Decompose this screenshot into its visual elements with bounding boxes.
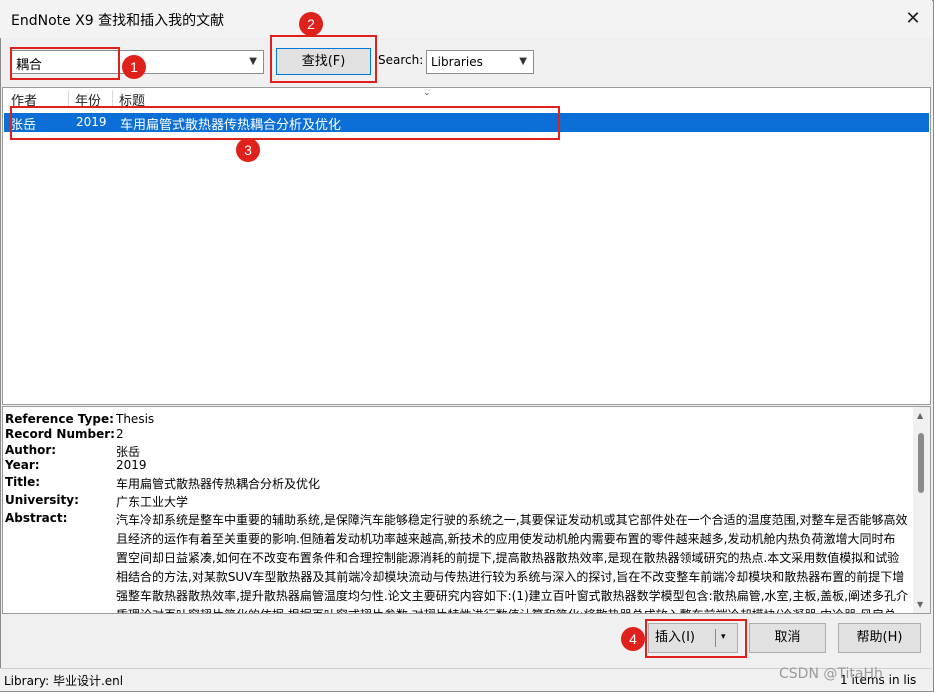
annotation-box <box>270 35 377 83</box>
abstract-line: 质理论对百叶窗翅片简化的依据,根据百叶窗式翅片参数,对翅片特性进行数值计算和简化… <box>116 606 911 613</box>
preview-label: Record Number: <box>5 427 115 441</box>
watermark: CSDN @TitaHh <box>779 666 883 682</box>
search-scope-label: Search: <box>378 53 424 67</box>
abstract-line: 且经济的运作有着至关重要的影响.但随着发动机功率越来越高,新技术的应用使发动机舱… <box>116 532 896 546</box>
preview-value: 2 <box>116 427 124 441</box>
search-scope-value: Libraries <box>431 55 483 69</box>
preview-value: 车用扁管式散热器传热耦合分析及优化 <box>116 477 321 491</box>
scroll-down-icon[interactable]: ▼ <box>917 600 923 609</box>
help-button[interactable]: 帮助(H) <box>838 623 921 653</box>
annotation-badge: 2 <box>299 12 323 36</box>
preview-label: Year: <box>5 458 40 472</box>
annotation-badge: 1 <box>122 55 146 79</box>
preview-label: Abstract: <box>5 511 68 525</box>
preview-label: Author: <box>5 443 57 457</box>
preview-label: Reference Type: <box>5 412 114 426</box>
reference-preview[interactable]: Reference Type: Thesis Record Number: 2 … <box>2 406 931 614</box>
title-bar: EndNote X9 查找和插入我的文献 ✕ <box>0 0 932 38</box>
search-scope-select[interactable]: Libraries ▼ <box>426 50 534 74</box>
annotation-badge: 4 <box>621 627 645 651</box>
preview-scrollbar[interactable]: ▲ ▼ <box>913 407 930 613</box>
scrollbar-thumb[interactable] <box>918 433 924 493</box>
chevron-down-icon[interactable]: ▼ <box>519 56 527 67</box>
annotation-box <box>645 619 747 658</box>
annotation-box <box>10 106 560 140</box>
preview-value: Thesis <box>116 412 155 426</box>
abstract-text: 汽车冷却系统是整车中重要的辅助系统,是保障汽车能够稳定行驶的系统之一,其要保证发… <box>116 511 911 613</box>
close-icon[interactable]: ✕ <box>902 8 924 30</box>
preview-label: Title: <box>5 475 41 489</box>
sort-chevron-icon: ⌄ <box>423 88 431 98</box>
annotation-badge: 3 <box>236 138 260 162</box>
annotation-box <box>10 47 120 80</box>
abstract-line: 置空间却日益紧凑,如何在不改变布置条件和合理控制能源消耗的前提下,提高散热器散热… <box>116 551 900 565</box>
window-title: EndNote X9 查找和插入我的文献 <box>11 13 225 29</box>
abstract-line: 相结合的方法,对某款SUV车型散热器及其前端冷却模块流动与传热进行较为系统与深入… <box>116 570 905 584</box>
cancel-button[interactable]: 取消 <box>749 623 826 653</box>
preview-value: 2019 <box>116 458 147 472</box>
scroll-up-icon[interactable]: ▲ <box>917 411 923 420</box>
preview-value: 广东工业大学 <box>116 495 189 509</box>
chevron-down-icon[interactable]: ▼ <box>249 56 257 67</box>
abstract-line: 汽车冷却系统是整车中重要的辅助系统,是保障汽车能够稳定行驶的系统之一,其要保证发… <box>116 513 908 527</box>
preview-label: University: <box>5 493 79 507</box>
abstract-line: 强整车散热器散热效率,提升散热器扁管温度均匀性.论文主要研究内容如下:(1)建立… <box>116 589 908 603</box>
library-status: Library: 毕业设计.enl <box>4 674 124 688</box>
